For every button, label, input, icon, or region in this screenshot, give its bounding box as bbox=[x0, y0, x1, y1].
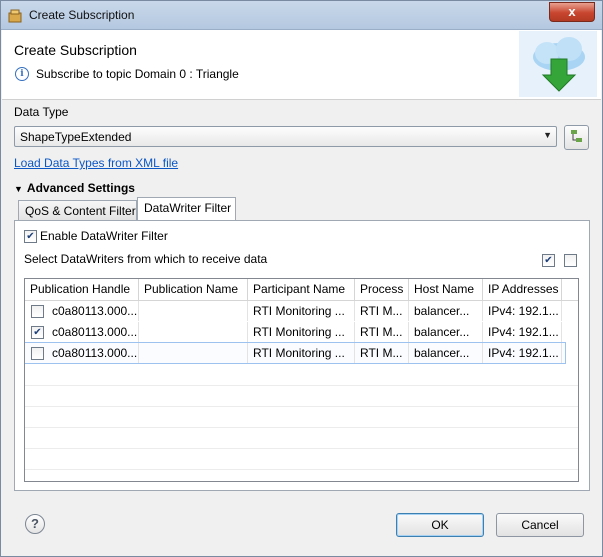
column-header[interactable]: IP Addresses bbox=[483, 279, 562, 300]
column-header[interactable]: Host Name bbox=[409, 279, 483, 300]
select-datawriters-label: Select DataWriters from which to receive… bbox=[24, 252, 268, 266]
rti-app-icon bbox=[8, 9, 22, 23]
data-type-combo[interactable]: ShapeTypeExtended ▼ bbox=[14, 126, 557, 147]
table-cell: c0a80113.000... bbox=[47, 301, 139, 321]
datawriters-table: Publication Handle Publication Name Part… bbox=[24, 278, 579, 482]
window-title: Create Subscription bbox=[29, 8, 135, 22]
create-subscription-dialog: Create Subscription x Create Subscriptio… bbox=[0, 0, 603, 557]
ok-button[interactable]: OK bbox=[396, 513, 484, 537]
datawriter-filter-panel: Enable DataWriter Filter Select DataWrit… bbox=[14, 220, 590, 491]
empty-row-line bbox=[25, 448, 578, 449]
tab-datawriter-filter[interactable]: DataWriter Filter bbox=[137, 197, 236, 220]
table-cell: IPv4: 192.1... bbox=[483, 322, 562, 342]
table-cell bbox=[139, 301, 248, 321]
deselect-all-checkbox[interactable] bbox=[564, 254, 577, 267]
table-row[interactable]: c0a80113.000... RTI Monitoring ... RTI M… bbox=[25, 342, 566, 364]
table-cell: IPv4: 192.1... bbox=[483, 301, 562, 321]
tab-qos-content-filter[interactable]: QoS & Content Filter bbox=[18, 200, 137, 220]
column-header[interactable]: Process bbox=[355, 279, 409, 300]
empty-row-line bbox=[25, 469, 578, 470]
table-cell: RTI M... bbox=[355, 343, 409, 363]
table-cell bbox=[139, 322, 248, 342]
table-cell: balancer... bbox=[409, 343, 483, 363]
table-cell: RTI Monitoring ... bbox=[248, 301, 355, 321]
header-title: Create Subscription bbox=[14, 42, 137, 58]
tab-label: QoS & Content Filter bbox=[25, 204, 136, 218]
collapse-triangle-icon: ▼ bbox=[14, 184, 23, 194]
table-cell: RTI M... bbox=[355, 301, 409, 321]
cloud-download-icon bbox=[519, 31, 597, 97]
row-checkbox[interactable] bbox=[31, 305, 44, 318]
enable-filter-checkbox[interactable] bbox=[24, 230, 37, 243]
advanced-settings-toggle[interactable]: ▼ Advanced Settings bbox=[14, 181, 135, 195]
table-cell: RTI M... bbox=[355, 322, 409, 342]
data-type-label: Data Type bbox=[14, 105, 69, 119]
table-cell: c0a80113.000... bbox=[47, 343, 139, 363]
row-checkbox[interactable] bbox=[31, 347, 44, 360]
type-tree-icon bbox=[571, 130, 582, 142]
column-header[interactable]: Publication Name bbox=[139, 279, 248, 300]
load-data-types-link[interactable]: Load Data Types from XML file bbox=[14, 156, 178, 170]
advanced-settings-label: Advanced Settings bbox=[26, 181, 135, 195]
empty-row-line bbox=[25, 385, 578, 386]
select-all-checkbox[interactable] bbox=[542, 254, 555, 267]
table-row[interactable]: c0a80113.000... RTI Monitoring ... RTI M… bbox=[25, 301, 565, 321]
enable-filter-label: Enable DataWriter Filter bbox=[40, 229, 168, 243]
close-button[interactable]: x bbox=[549, 2, 595, 22]
cancel-button[interactable]: Cancel bbox=[496, 513, 584, 537]
header-subtitle: Subscribe to topic Domain 0 : Triangle bbox=[36, 67, 239, 81]
table-cell: balancer... bbox=[409, 322, 483, 342]
help-button[interactable]: ? bbox=[25, 514, 45, 534]
chevron-down-icon: ▼ bbox=[543, 130, 552, 140]
column-header[interactable]: Participant Name bbox=[248, 279, 355, 300]
table-cell bbox=[139, 343, 248, 363]
table-cell: RTI Monitoring ... bbox=[248, 343, 355, 363]
column-header[interactable]: Publication Handle bbox=[25, 279, 139, 300]
table-row[interactable]: c0a80113.000... RTI Monitoring ... RTI M… bbox=[25, 322, 565, 342]
empty-row-line bbox=[25, 406, 578, 407]
data-type-value: ShapeTypeExtended bbox=[20, 130, 132, 144]
empty-row-line bbox=[25, 427, 578, 428]
info-icon: i bbox=[15, 67, 29, 81]
type-tree-button[interactable] bbox=[564, 125, 589, 150]
tab-label: DataWriter Filter bbox=[144, 201, 232, 215]
title-bar[interactable]: Create Subscription x bbox=[1, 1, 602, 30]
row-checkbox[interactable] bbox=[31, 326, 44, 339]
table-cell: balancer... bbox=[409, 301, 483, 321]
dialog-header: Create Subscription i Subscribe to topic… bbox=[2, 30, 601, 100]
table-cell: RTI Monitoring ... bbox=[248, 322, 355, 342]
table-header: Publication Handle Publication Name Part… bbox=[25, 279, 578, 301]
table-cell: IPv4: 192.1... bbox=[483, 343, 562, 363]
close-icon: x bbox=[568, 4, 576, 19]
table-cell: c0a80113.000... bbox=[47, 322, 139, 342]
